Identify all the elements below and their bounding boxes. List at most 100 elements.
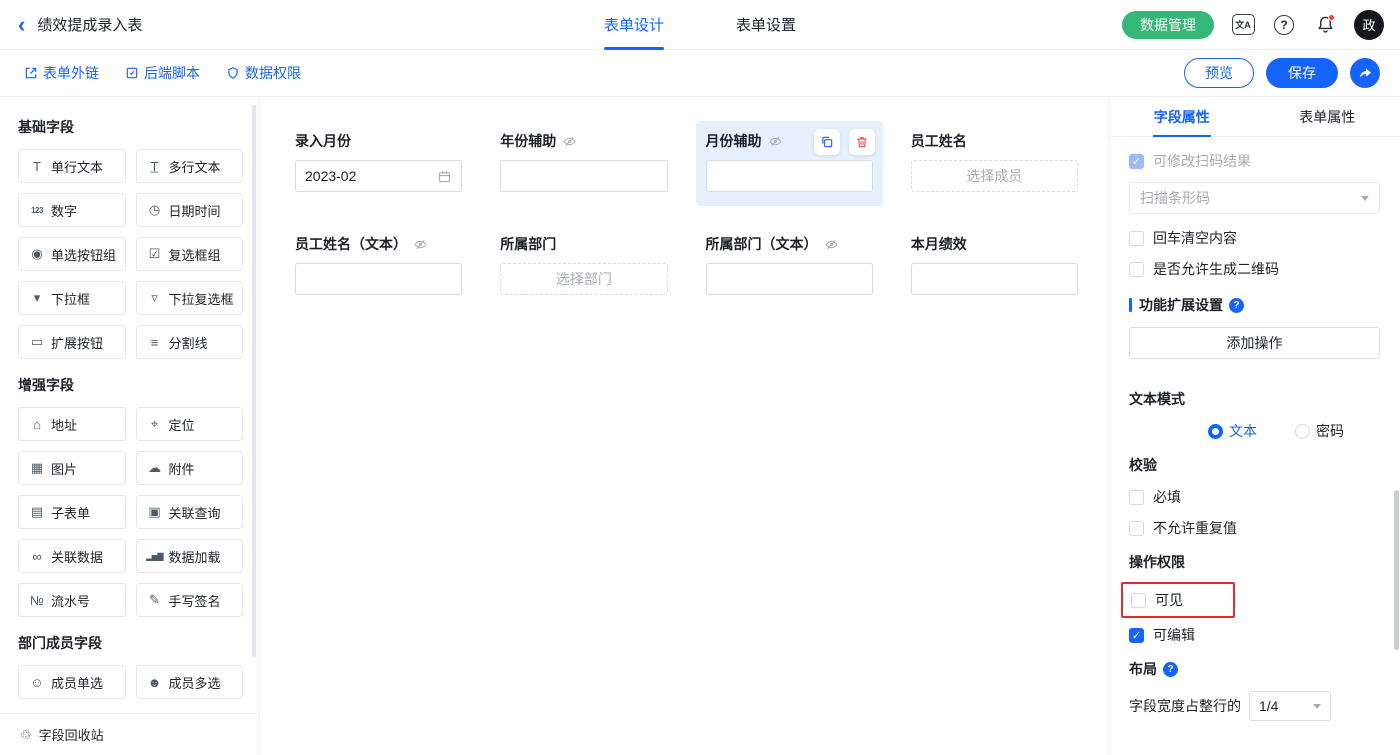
- clear-on-enter-checkbox-row[interactable]: 回车清空内容: [1129, 228, 1380, 248]
- field-recycle-bin[interactable]: ♲ 字段回收站: [0, 713, 260, 755]
- section-title-member-fields: 部门成员字段: [18, 633, 243, 653]
- add-action-button[interactable]: 添加操作: [1129, 327, 1380, 359]
- checkbox-unchecked[interactable]: [1129, 521, 1144, 536]
- scan-result-checkbox-row[interactable]: 可修改扫码结果: [1129, 151, 1380, 171]
- palette-item-signature[interactable]: ✎手写签名: [136, 583, 244, 617]
- basic-fields-grid: T单行文本 T̲多行文本 123数字 ◷日期时间 ◉单选按钮组 ☑复选框组 ▾下…: [18, 149, 243, 359]
- palette-item-label: 地址: [51, 415, 77, 434]
- tab-label: 表单设置: [736, 14, 796, 35]
- language-icon[interactable]: 文A: [1231, 13, 1255, 37]
- save-button[interactable]: 保存: [1266, 58, 1338, 88]
- tab-form-settings[interactable]: 表单设置: [736, 0, 796, 50]
- palette-item-checkbox-group[interactable]: ☑复选框组: [136, 237, 244, 271]
- allow-qrcode-checkbox-row[interactable]: 是否允许生成二维码: [1129, 259, 1380, 279]
- palette-item-member-multi[interactable]: ☻成员多选: [136, 665, 244, 699]
- text-input[interactable]: [706, 263, 873, 295]
- form-field-month-performance[interactable]: 本月绩效: [901, 224, 1088, 309]
- sidebar-scrollbar[interactable]: [252, 105, 256, 657]
- checkbox-unchecked[interactable]: [1129, 231, 1144, 246]
- checkbox-unchecked[interactable]: [1129, 262, 1144, 277]
- tab-field-properties[interactable]: 字段属性: [1109, 97, 1255, 136]
- palette-item-attachment[interactable]: ☁附件: [136, 451, 244, 485]
- help-icon[interactable]: ?: [1272, 13, 1296, 37]
- help-question-icon[interactable]: ?: [1229, 298, 1244, 313]
- palette-item-number[interactable]: 123数字: [18, 193, 126, 227]
- palette-item-single-line-text[interactable]: T单行文本: [18, 149, 126, 183]
- palette-item-radio-group[interactable]: ◉单选按钮组: [18, 237, 126, 271]
- palette-item-linked-query[interactable]: ▣关联查询: [136, 495, 244, 529]
- palette-item-address[interactable]: ⌂地址: [18, 407, 126, 441]
- palette-item-multi-dropdown[interactable]: ▿下拉复选框: [136, 281, 244, 315]
- editable-checkbox-row[interactable]: 可编辑: [1129, 625, 1380, 645]
- avatar[interactable]: 政: [1354, 10, 1384, 40]
- radio-text-mode[interactable]: 文本: [1208, 421, 1257, 441]
- department-picker[interactable]: 选择部门: [500, 263, 667, 295]
- field-label: 录入月份: [295, 131, 351, 151]
- scan-mode-select[interactable]: 扫描条形码: [1129, 182, 1380, 214]
- form-field-entry-month[interactable]: 录入月份 2023-02: [285, 121, 472, 206]
- date-input[interactable]: 2023-02: [295, 160, 462, 192]
- tab-form-design[interactable]: 表单设计: [604, 0, 664, 50]
- no-duplicate-checkbox-row[interactable]: 不允许重复值: [1129, 518, 1380, 538]
- form-field-month-helper[interactable]: 月份辅助: [696, 121, 883, 206]
- field-label: 所属部门: [500, 234, 556, 254]
- checkbox-unchecked[interactable]: [1129, 490, 1144, 505]
- share-button[interactable]: [1350, 58, 1380, 88]
- copy-field-button[interactable]: [814, 129, 840, 155]
- checkbox-checked[interactable]: [1129, 628, 1144, 643]
- checkbox-checked-disabled[interactable]: [1129, 154, 1144, 169]
- palette-item-member-single[interactable]: ☺ 成员单选: [18, 665, 126, 699]
- tab-label: 表单属性: [1299, 107, 1355, 127]
- palette-item-location[interactable]: ⌖定位: [136, 407, 244, 441]
- preview-button[interactable]: 预览: [1184, 58, 1254, 88]
- palette-item-image[interactable]: ▦图片: [18, 451, 126, 485]
- radio-password-mode[interactable]: 密码: [1295, 421, 1344, 441]
- help-question-icon[interactable]: ?: [1163, 662, 1178, 677]
- visible-checkbox-row[interactable]: 可见: [1131, 590, 1183, 610]
- palette-item-multi-line-text[interactable]: T̲多行文本: [136, 149, 244, 183]
- palette-item-label: 成员单选: [51, 673, 103, 692]
- palette-item-dropdown[interactable]: ▾下拉框: [18, 281, 126, 315]
- palette-item-divider[interactable]: ≡分割线: [136, 325, 244, 359]
- member-single-icon: ☺: [27, 675, 47, 690]
- palette-item-subform[interactable]: ▤子表单: [18, 495, 126, 529]
- data-permission-link[interactable]: 数据权限: [226, 63, 301, 83]
- tab-form-properties[interactable]: 表单属性: [1255, 97, 1400, 136]
- form-design-canvas[interactable]: 录入月份 2023-02 年份辅助 月份辅助: [261, 97, 1108, 755]
- palette-item-extend-button[interactable]: ▭扩展按钮: [18, 325, 126, 359]
- field-label: 所属部门（文本）: [706, 234, 818, 254]
- panel-scrollbar[interactable]: [1394, 490, 1399, 650]
- extension-settings-title: 功能扩展设置 ?: [1129, 295, 1380, 315]
- palette-item-label: 复选框组: [169, 245, 221, 264]
- form-field-department-text[interactable]: 所属部门（文本）: [696, 224, 883, 309]
- form-field-employee-name[interactable]: 员工姓名 选择成员: [901, 121, 1088, 206]
- text-input[interactable]: [295, 263, 462, 295]
- backend-script-link[interactable]: 后端脚本: [125, 63, 200, 83]
- back-icon[interactable]: ‹: [18, 14, 25, 36]
- checkbox-label: 必填: [1153, 487, 1181, 507]
- palette-item-datetime[interactable]: ◷日期时间: [136, 193, 244, 227]
- form-field-employee-name-text[interactable]: 员工姓名（文本）: [285, 224, 472, 309]
- palette-item-serial-number[interactable]: №流水号: [18, 583, 126, 617]
- text-input[interactable]: [706, 160, 873, 192]
- data-permission-icon: [226, 66, 240, 80]
- form-external-link[interactable]: 表单外链: [24, 63, 99, 83]
- annotation-red-box: 可见: [1121, 582, 1235, 618]
- text-input[interactable]: [911, 263, 1078, 295]
- header-actions: 数据管理 文A ? 政: [1122, 10, 1400, 40]
- toolbar-links: 表单外链 后端脚本 数据权限: [24, 63, 301, 83]
- delete-field-button[interactable]: [849, 129, 875, 155]
- form-field-department[interactable]: 所属部门 选择部门: [490, 224, 677, 309]
- data-manage-button[interactable]: 数据管理: [1122, 11, 1214, 39]
- form-field-year-helper[interactable]: 年份辅助: [490, 121, 677, 206]
- member-picker[interactable]: 选择成员: [911, 160, 1078, 192]
- required-checkbox-row[interactable]: 必填: [1129, 487, 1380, 507]
- notification-bell-icon[interactable]: [1313, 13, 1337, 37]
- palette-item-data-load[interactable]: ▂▅▇数据加载: [136, 539, 244, 573]
- checkbox-unchecked[interactable]: [1131, 593, 1146, 608]
- palette-item-label: 单选按钮组: [51, 245, 116, 264]
- field-width-select[interactable]: 1/4: [1249, 691, 1331, 721]
- text-input[interactable]: [500, 160, 667, 192]
- palette-item-linked-data[interactable]: ∞关联数据: [18, 539, 126, 573]
- chevron-down-icon: [1361, 196, 1369, 201]
